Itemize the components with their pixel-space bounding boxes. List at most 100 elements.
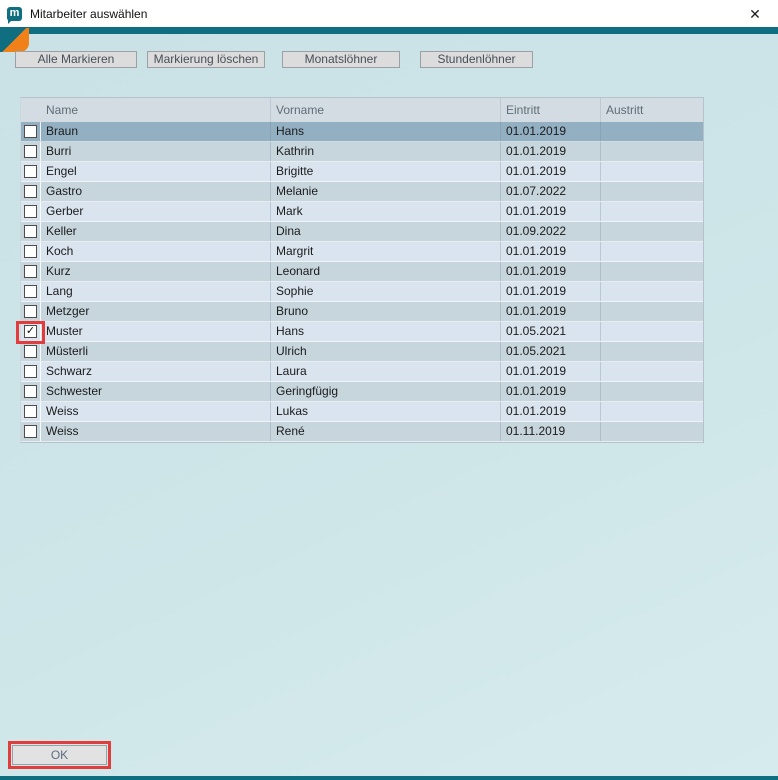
cell-austritt bbox=[601, 362, 703, 381]
table-row[interactable]: ✓ Muster Hans 01.05.2021 bbox=[21, 322, 703, 342]
cell-eintritt: 01.07.2022 bbox=[501, 182, 601, 201]
column-header-eintritt[interactable]: Eintritt bbox=[501, 98, 601, 122]
table-row[interactable]: Burri Kathrin 01.01.2019 bbox=[21, 142, 703, 162]
cell-austritt bbox=[601, 262, 703, 281]
cell-austritt bbox=[601, 282, 703, 301]
employee-rows: Braun Hans 01.01.2019 Burri Kathrin 01.0… bbox=[21, 122, 703, 442]
cell-austritt bbox=[601, 202, 703, 221]
column-header-vorname[interactable]: Vorname bbox=[271, 98, 501, 122]
table-row[interactable]: Schwester Geringfügig 01.01.2019 bbox=[21, 382, 703, 402]
table-row[interactable]: Engel Brigitte 01.01.2019 bbox=[21, 162, 703, 182]
cell-vorname: Mark bbox=[271, 202, 501, 221]
cell-eintritt: 01.09.2022 bbox=[501, 222, 601, 241]
column-header-austritt[interactable]: Austritt bbox=[601, 98, 703, 122]
row-checkbox[interactable] bbox=[24, 345, 37, 358]
cell-austritt bbox=[601, 182, 703, 201]
cell-name: Gastro bbox=[41, 182, 271, 201]
cell-name: Muster bbox=[41, 322, 271, 341]
table-header-row: Name Vorname Eintritt Austritt bbox=[21, 98, 703, 122]
checkbox-cell bbox=[21, 282, 41, 301]
corner-fold-decoration bbox=[0, 28, 29, 52]
cell-name: Gerber bbox=[41, 202, 271, 221]
row-checkbox[interactable] bbox=[24, 125, 37, 138]
checkbox-cell bbox=[21, 182, 41, 201]
row-checkbox[interactable] bbox=[24, 265, 37, 278]
cell-vorname: Kathrin bbox=[271, 142, 501, 161]
cell-vorname: Leonard bbox=[271, 262, 501, 281]
table-row[interactable]: Kurz Leonard 01.01.2019 bbox=[21, 262, 703, 282]
row-checkbox[interactable] bbox=[24, 405, 37, 418]
table-row[interactable]: Schwarz Laura 01.01.2019 bbox=[21, 362, 703, 382]
row-checkbox[interactable] bbox=[24, 185, 37, 198]
row-checkbox[interactable] bbox=[24, 205, 37, 218]
table-row[interactable]: Lang Sophie 01.01.2019 bbox=[21, 282, 703, 302]
cell-eintritt: 01.01.2019 bbox=[501, 382, 601, 401]
ok-button[interactable]: OK bbox=[12, 745, 107, 765]
hourly-wage-button[interactable]: Stundenlöhner bbox=[420, 51, 533, 68]
cell-eintritt: 01.01.2019 bbox=[501, 362, 601, 381]
cell-austritt bbox=[601, 242, 703, 261]
window-title: Mitarbeiter auswählen bbox=[30, 7, 147, 21]
cell-name: Metzger bbox=[41, 302, 271, 321]
row-checkbox[interactable]: ✓ bbox=[24, 325, 37, 338]
cell-eintritt: 01.05.2021 bbox=[501, 342, 601, 361]
clear-selection-button[interactable]: Markierung löschen bbox=[147, 51, 265, 68]
cell-eintritt: 01.01.2019 bbox=[501, 402, 601, 421]
cell-austritt bbox=[601, 342, 703, 361]
cell-name: Müsterli bbox=[41, 342, 271, 361]
cell-eintritt: 01.11.2019 bbox=[501, 422, 601, 441]
table-row[interactable]: Weiss Lukas 01.01.2019 bbox=[21, 402, 703, 422]
monthly-wage-button[interactable]: Monatslöhner bbox=[282, 51, 400, 68]
cell-eintritt: 01.01.2019 bbox=[501, 242, 601, 261]
app-logo-icon: m bbox=[7, 7, 22, 21]
cell-vorname: Dina bbox=[271, 222, 501, 241]
title-bar: m Mitarbeiter auswählen ✕ bbox=[0, 0, 778, 27]
row-checkbox[interactable] bbox=[24, 425, 37, 438]
table-row[interactable]: Braun Hans 01.01.2019 bbox=[21, 122, 703, 142]
cell-austritt bbox=[601, 322, 703, 341]
cell-vorname: Hans bbox=[271, 122, 501, 141]
cell-name: Braun bbox=[41, 122, 271, 141]
row-checkbox[interactable] bbox=[24, 285, 37, 298]
cell-austritt bbox=[601, 122, 703, 141]
cell-austritt bbox=[601, 142, 703, 161]
table-row[interactable]: Keller Dina 01.09.2022 bbox=[21, 222, 703, 242]
row-checkbox[interactable] bbox=[24, 305, 37, 318]
checkbox-cell bbox=[21, 402, 41, 421]
table-row[interactable]: Metzger Bruno 01.01.2019 bbox=[21, 302, 703, 322]
checkbox-cell bbox=[21, 162, 41, 181]
row-checkbox[interactable] bbox=[24, 225, 37, 238]
table-row[interactable]: Gastro Melanie 01.07.2022 bbox=[21, 182, 703, 202]
cell-austritt bbox=[601, 222, 703, 241]
checkbox-cell bbox=[21, 262, 41, 281]
cell-eintritt: 01.01.2019 bbox=[501, 302, 601, 321]
cell-eintritt: 01.01.2019 bbox=[501, 202, 601, 221]
row-checkbox[interactable] bbox=[24, 165, 37, 178]
cell-austritt bbox=[601, 382, 703, 401]
row-checkbox[interactable] bbox=[24, 245, 37, 258]
table-row[interactable]: Koch Margrit 01.01.2019 bbox=[21, 242, 703, 262]
cell-vorname: Margrit bbox=[271, 242, 501, 261]
row-checkbox[interactable] bbox=[24, 145, 37, 158]
cell-austritt bbox=[601, 302, 703, 321]
row-checkbox[interactable] bbox=[24, 365, 37, 378]
row-checkbox[interactable] bbox=[24, 385, 37, 398]
checkbox-cell bbox=[21, 302, 41, 321]
checkbox-cell bbox=[21, 222, 41, 241]
table-row[interactable]: Gerber Mark 01.01.2019 bbox=[21, 202, 703, 222]
dialog-content: Alle Markieren Markierung löschen Monats… bbox=[0, 34, 778, 776]
cell-vorname: Ulrich bbox=[271, 342, 501, 361]
select-all-button[interactable]: Alle Markieren bbox=[15, 51, 137, 68]
table-row[interactable]: Müsterli Ulrich 01.05.2021 bbox=[21, 342, 703, 362]
cell-vorname: Hans bbox=[271, 322, 501, 341]
cell-name: Lang bbox=[41, 282, 271, 301]
column-header-name[interactable]: Name bbox=[41, 98, 271, 122]
cell-vorname: Lukas bbox=[271, 402, 501, 421]
cell-austritt bbox=[601, 402, 703, 421]
table-row[interactable]: Weiss René 01.11.2019 bbox=[21, 422, 703, 442]
cell-name: Schwarz bbox=[41, 362, 271, 381]
cell-vorname: Geringfügig bbox=[271, 382, 501, 401]
checkbox-cell bbox=[21, 362, 41, 381]
checkbox-cell bbox=[21, 342, 41, 361]
close-icon[interactable]: ✕ bbox=[745, 4, 765, 24]
